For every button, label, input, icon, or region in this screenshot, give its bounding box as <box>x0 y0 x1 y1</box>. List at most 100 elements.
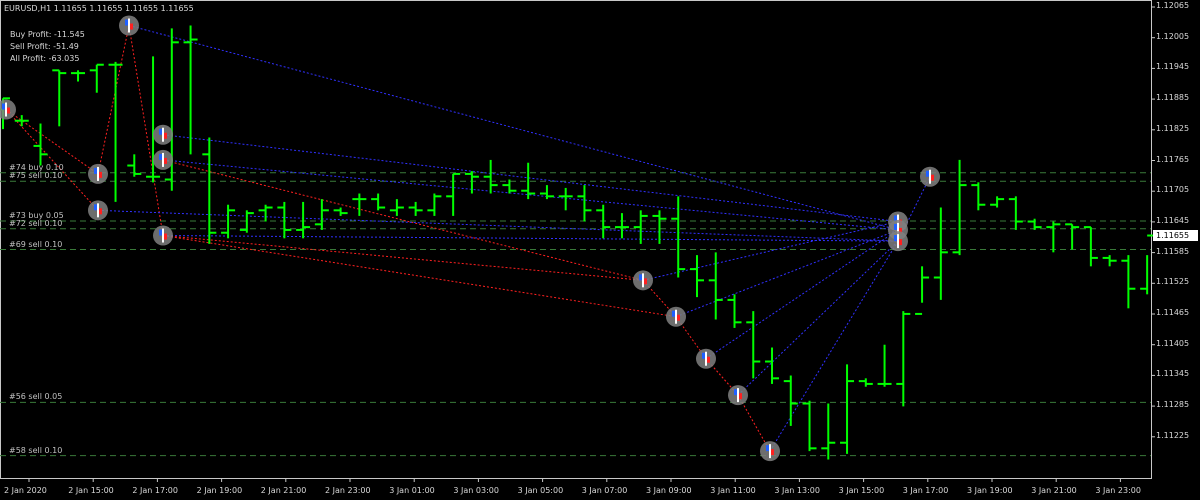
time-tick-label: 3 Jan 23:00 <box>1095 486 1141 495</box>
marker-sell-arrow <box>739 393 742 400</box>
marker-sell-arrow <box>99 171 102 178</box>
order-label: #72 sell 0.10 <box>9 218 63 228</box>
time-tick-label: 2 Jan 2020 <box>4 486 47 495</box>
symbol-info: EURUSD,H1 1.11655 1.11655 1.11655 1.1165… <box>4 4 194 13</box>
marker-sell-arrow <box>707 356 710 363</box>
marker-buy-arrow <box>702 352 705 359</box>
time-tick-label: 3 Jan 13:00 <box>774 486 820 495</box>
time-tick-label: 3 Jan 17:00 <box>902 486 949 495</box>
time-tick-label: 2 Jan 23:00 <box>325 486 371 495</box>
price-tick-label: 1.11945 <box>1156 62 1190 72</box>
marker-stem <box>5 102 7 117</box>
price-tick-label: 1.11585 <box>1156 246 1190 256</box>
price-tick-label: 1.11825 <box>1156 123 1190 133</box>
order-marker[interactable] <box>666 306 686 327</box>
time-tick-label: 3 Jan 05:00 <box>517 486 564 495</box>
order-marker[interactable] <box>153 225 173 246</box>
order-marker[interactable] <box>153 149 173 170</box>
marker-stem <box>642 273 644 288</box>
order-marker[interactable] <box>88 200 108 221</box>
price-tick-label: 1.12065 <box>1156 1 1190 10</box>
current-price-label: 1.11655 <box>1153 230 1198 241</box>
marker-buy-arrow <box>125 19 128 26</box>
marker-sell-arrow <box>931 174 934 181</box>
marker-stem <box>705 351 707 366</box>
order-label: #58 sell 0.10 <box>9 445 63 455</box>
marker-stem <box>128 18 130 33</box>
price-tick-label: 1.11525 <box>1156 277 1190 287</box>
time-tick-label: 3 Jan 01:00 <box>389 486 435 495</box>
price-tick-label: 1.11285 <box>1156 400 1190 410</box>
price-tick-label: 1.11705 <box>1156 185 1190 195</box>
marker-stem <box>162 228 164 243</box>
all-profit: All Profit: -63.035 <box>10 54 80 63</box>
order-label: #56 sell 0.05 <box>9 392 63 402</box>
order-marker[interactable] <box>760 441 780 462</box>
sell-profit: Sell Profit: -51.49 <box>10 42 79 51</box>
marker-stem <box>162 152 164 167</box>
price-chart[interactable] <box>0 0 1200 500</box>
marker-stem <box>162 127 164 142</box>
price-tick-label: 1.11885 <box>1156 93 1190 103</box>
price-tick-label: 1.11405 <box>1156 338 1190 348</box>
marker-sell-arrow <box>771 449 774 456</box>
marker-sell-arrow <box>899 239 902 246</box>
marker-buy-arrow <box>94 204 97 211</box>
marker-buy-arrow <box>159 128 162 135</box>
order-marker[interactable] <box>633 270 653 291</box>
marker-buy-arrow <box>734 389 737 396</box>
time-tick-label: 3 Jan 19:00 <box>967 486 1013 495</box>
order-marker[interactable] <box>153 124 173 145</box>
marker-stem <box>97 203 99 218</box>
price-tick-label: 1.12005 <box>1156 31 1190 41</box>
marker-buy-arrow <box>926 170 929 177</box>
order-marker[interactable] <box>88 163 108 184</box>
price-tick-label: 1.11465 <box>1156 308 1190 317</box>
order-marker[interactable] <box>920 166 940 187</box>
time-tick-label: 2 Jan 15:00 <box>68 486 114 495</box>
marker-stem <box>897 234 899 249</box>
marker-stem <box>97 166 99 181</box>
order-label: #69 sell 0.10 <box>9 239 63 249</box>
time-tick-label: 3 Jan 15:00 <box>838 486 885 495</box>
buy-profit: Buy Profit: -11.545 <box>10 30 85 39</box>
order-marker[interactable] <box>119 15 139 36</box>
time-tick-label: 3 Jan 11:00 <box>710 486 756 495</box>
price-tick-label: 1.11225 <box>1156 430 1190 440</box>
marker-sell-arrow <box>164 233 167 240</box>
marker-sell-arrow <box>130 23 133 30</box>
order-marker[interactable] <box>888 231 908 252</box>
marker-buy-arrow <box>2 103 5 110</box>
marker-sell-arrow <box>7 107 10 114</box>
time-tick-label: 3 Jan 07:00 <box>581 486 628 495</box>
order-marker[interactable] <box>728 385 748 406</box>
time-tick-label: 2 Jan 19:00 <box>196 486 243 495</box>
marker-buy-arrow <box>159 153 162 160</box>
time-tick-label: 3 Jan 21:00 <box>1031 486 1077 495</box>
marker-sell-arrow <box>677 314 680 321</box>
marker-buy-arrow <box>639 274 642 281</box>
price-tick-label: 1.11645 <box>1156 215 1190 225</box>
marker-buy-arrow <box>94 167 97 174</box>
order-label: #75 sell 0.10 <box>9 171 63 181</box>
price-tick-label: 1.11765 <box>1156 154 1190 164</box>
marker-buy-arrow <box>894 223 897 230</box>
marker-stem <box>675 309 677 324</box>
marker-sell-arrow <box>164 132 167 139</box>
marker-buy-arrow <box>159 229 162 236</box>
marker-stem <box>737 388 739 403</box>
chart-window[interactable]: EURUSD,H1 1.11655 1.11655 1.11655 1.1165… <box>0 0 1200 500</box>
time-tick-label: 2 Jan 21:00 <box>260 486 307 495</box>
price-tick-label: 1.11345 <box>1156 369 1190 379</box>
marker-sell-arrow <box>164 157 167 164</box>
marker-stem <box>929 169 931 184</box>
marker-stem <box>769 444 771 459</box>
marker-sell-arrow <box>99 208 102 215</box>
marker-buy-arrow <box>672 310 675 317</box>
marker-buy-arrow <box>894 235 897 242</box>
order-marker[interactable] <box>696 348 716 369</box>
time-tick-label: 2 Jan 17:00 <box>132 486 178 495</box>
time-tick-label: 3 Jan 09:00 <box>646 486 692 495</box>
time-tick-label: 3 Jan 03:00 <box>453 486 499 495</box>
marker-buy-arrow <box>766 445 769 452</box>
